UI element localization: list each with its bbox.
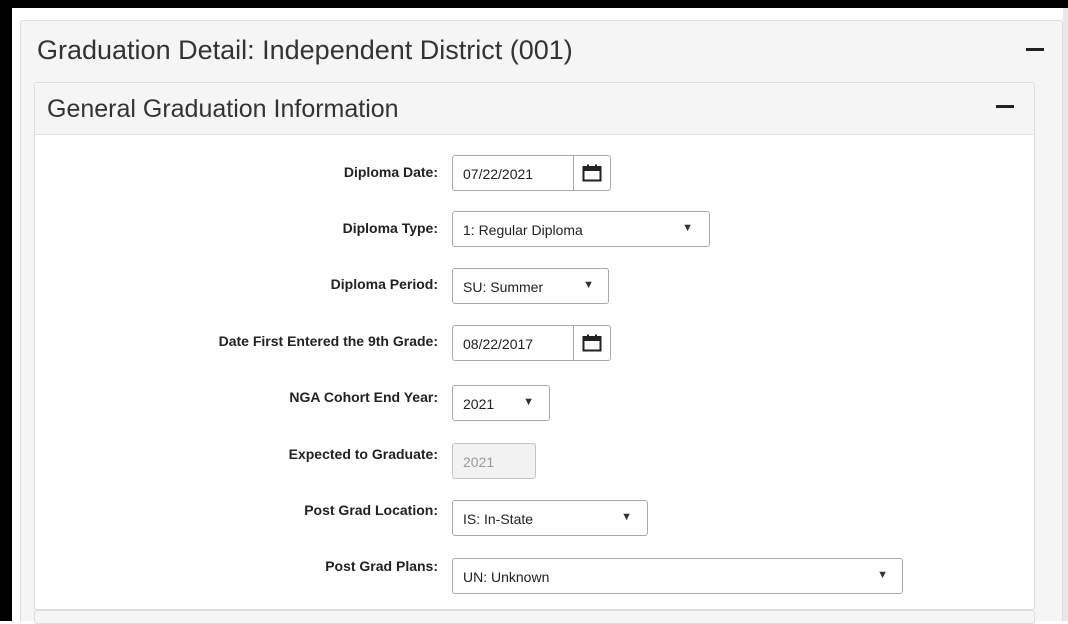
first-entered-9th-value: 08/22/2017 [463,336,534,352]
diploma-period-label: Diploma Period: [330,276,438,292]
caret-down-icon: ▼ [621,511,632,523]
graduation-detail-header[interactable]: Graduation Detail: Independent District … [21,21,1062,79]
calendar-icon[interactable] [582,334,602,352]
diploma-date-value: 07/22/2021 [463,166,534,182]
date-divider [573,156,574,190]
nga-cohort-select[interactable]: 2021 ▼ [452,385,550,421]
general-graduation-info-header[interactable]: General Graduation Information [35,83,1034,135]
post-grad-plans-label: Post Grad Plans: [325,558,438,574]
post-grad-location-value: IS: In-State [463,511,534,527]
calendar-icon[interactable] [582,164,602,182]
nga-cohort-value: 2021 [463,396,495,412]
graduation-detail-title: Graduation Detail: Independent District … [37,35,573,65]
diploma-date-label: Diploma Date: [343,164,438,180]
diploma-date-field[interactable]: 07/22/2021 [452,155,611,191]
date-divider [573,326,574,360]
first-entered-9th-label: Date First Entered the 9th Grade: [218,333,438,349]
expected-graduate-field: 2021 [452,443,536,479]
expected-graduate-value: 2021 [463,454,495,470]
diploma-period-value: SU: Summer [463,279,544,295]
expected-graduate-label: Expected to Graduate: [288,446,438,462]
window-frame-top [0,0,1068,8]
post-grad-location-label: Post Grad Location: [304,502,438,518]
collapse-graduation-detail-minus-icon[interactable] [1024,38,1046,60]
post-grad-plans-select[interactable]: UN: Unknown ▼ [452,558,903,594]
diploma-period-select[interactable]: SU: Summer ▼ [452,268,609,304]
general-graduation-info-title: General Graduation Information [47,95,399,123]
caret-down-icon: ▼ [523,396,534,408]
post-grad-plans-value: UN: Unknown [463,569,550,585]
caret-down-icon: ▼ [583,279,594,291]
window-edge [1063,8,1068,621]
caret-down-icon: ▼ [877,569,888,581]
nga-cohort-label: NGA Cohort End Year: [289,389,438,405]
caret-down-icon: ▼ [682,222,693,234]
first-entered-9th-field[interactable]: 08/22/2017 [452,325,611,361]
next-panel-edge [34,610,1035,624]
diploma-type-select[interactable]: 1: Regular Diploma ▼ [452,211,710,247]
window-frame-left [0,0,12,621]
diploma-type-value: 1: Regular Diploma [463,222,583,238]
post-grad-location-select[interactable]: IS: In-State ▼ [452,500,648,536]
diploma-type-label: Diploma Type: [342,220,438,236]
collapse-general-info-minus-icon[interactable] [994,95,1016,117]
